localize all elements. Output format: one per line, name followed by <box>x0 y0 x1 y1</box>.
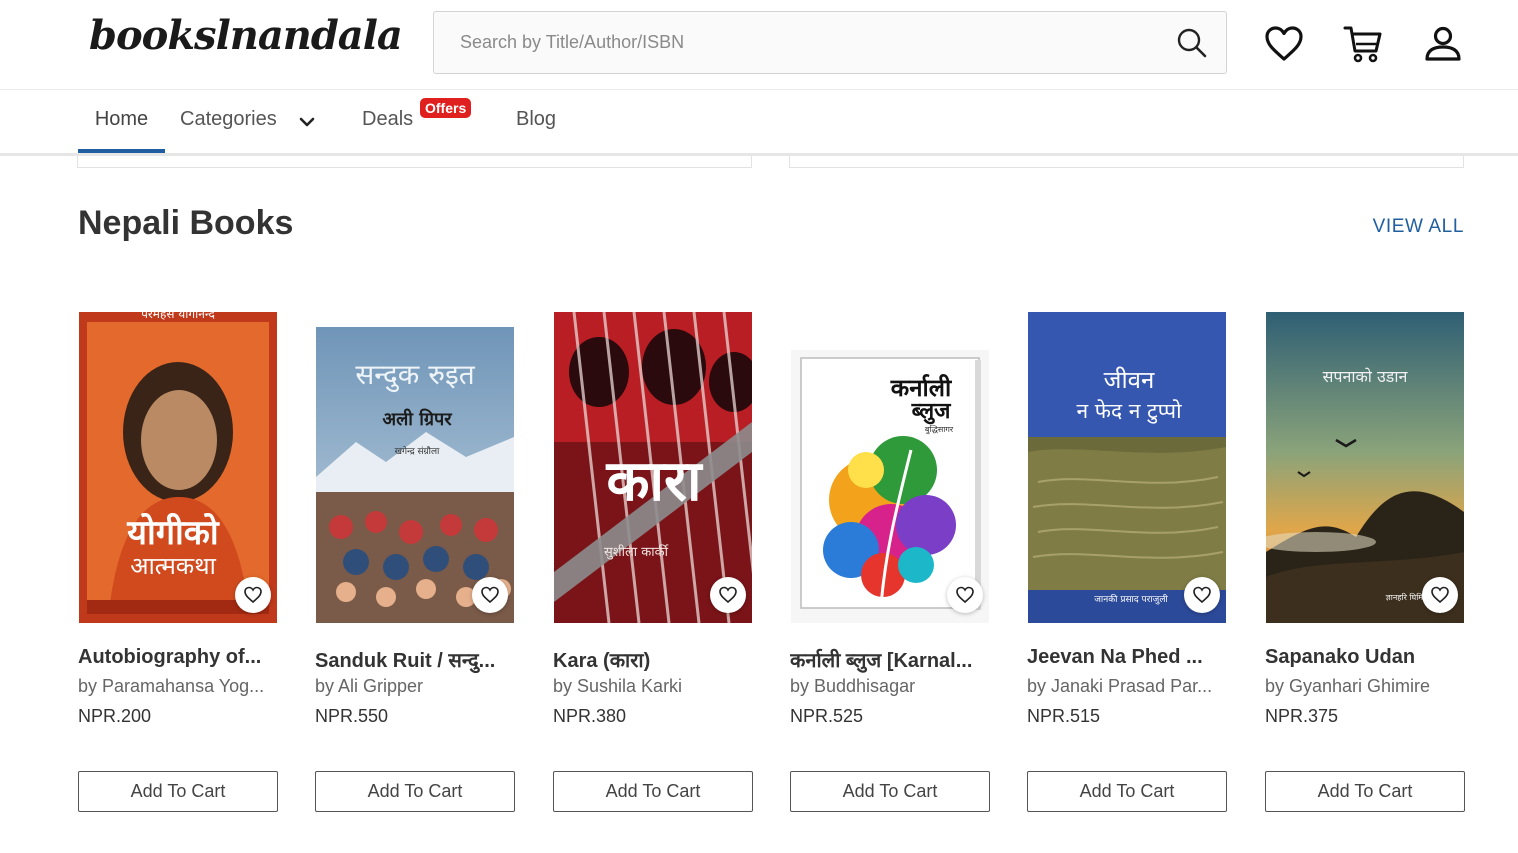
wishlist-button[interactable] <box>1184 577 1220 613</box>
product-card: परमहंस योगानन्द योगीको आत्मकथा Autobiogr… <box>78 300 278 820</box>
section-title: Nepali Books <box>78 204 294 242</box>
product-title[interactable]: Jeevan Na Phed ... <box>1027 646 1227 669</box>
product-title[interactable]: Sapanako Udan <box>1265 646 1465 669</box>
wishlist-button[interactable] <box>1422 577 1458 613</box>
product-title[interactable]: कर्नाली ब्लुज [Karnal... <box>790 646 990 673</box>
heart-icon <box>244 586 262 604</box>
add-to-cart-button[interactable]: Add To Cart <box>1265 771 1465 812</box>
cover-wrap: सन्दुक रुइत अली ग्रिपर खगेन्द्र संग्रौला <box>315 312 515 623</box>
product-price: NPR.525 <box>790 706 864 726</box>
add-to-cart-button[interactable]: Add To Cart <box>78 771 278 812</box>
product-author[interactable]: by Janaki Prasad Par... <box>1027 676 1227 697</box>
wishlist-button[interactable] <box>472 577 508 613</box>
banner-right[interactable] <box>789 155 1464 168</box>
heart-icon <box>1193 586 1211 604</box>
cover-wrap: कर्नाली ब्लुज बुद्धिसागर <box>790 312 990 623</box>
product-author[interactable]: by Paramahansa Yog... <box>78 676 278 697</box>
heart-icon <box>719 586 737 604</box>
cover-sub-text: ब्लुज <box>911 399 953 425</box>
user-icon[interactable] <box>1422 23 1464 65</box>
cover-sub-text: आत्मकथा <box>130 552 216 580</box>
heart-icon <box>956 586 974 604</box>
cover-title-text: योगीको <box>126 512 220 553</box>
wishlist-button[interactable] <box>947 577 983 613</box>
site-header: bookslnandala <box>0 0 1518 90</box>
add-to-cart-button[interactable]: Add To Cart <box>790 771 990 812</box>
banner-left[interactable] <box>77 155 752 168</box>
heart-icon[interactable] <box>1263 23 1305 65</box>
product-title[interactable]: Autobiography of... <box>78 646 278 669</box>
cover-wrap: सपनाको उडान ज्ञानहरि घिमिरे <box>1265 312 1465 623</box>
cover-wrap: कारा सुशीला कार्की <box>553 312 753 623</box>
cover-title-text: सपनाको उडान <box>1323 367 1409 386</box>
view-all-link[interactable]: VIEW ALL <box>1373 216 1464 238</box>
product-card: सन्दुक रुइत अली ग्रिपर खगेन्द्र संग्रौला… <box>315 300 515 820</box>
chevron-down-icon[interactable] <box>297 112 317 132</box>
nav-active-indicator <box>78 149 165 153</box>
cover-sub-text: न फेद न टुप्पो <box>1076 399 1182 424</box>
product-price: NPR.200 <box>78 706 152 726</box>
cover-title-text: सन्दुक रुइत <box>355 358 475 393</box>
book-cover[interactable]: कारा सुशीला कार्की <box>554 312 752 623</box>
product-card: सपनाको उडान ज्ञानहरि घिमिरे Sapanako Uda… <box>1265 300 1465 820</box>
product-title[interactable]: Kara (कारा) <box>553 646 753 673</box>
cover-top-text: बुद्धिसागर <box>925 424 954 435</box>
cart-icon[interactable] <box>1342 23 1384 65</box>
cover-title-text: जीवन <box>1104 366 1155 394</box>
heart-icon <box>481 586 499 604</box>
cover-top-text: खगेन्द्र संग्रौला <box>395 445 440 457</box>
product-price: NPR.515 <box>1027 706 1101 726</box>
add-to-cart-button[interactable]: Add To Cart <box>315 771 515 812</box>
product-author[interactable]: by Ali Gripper <box>315 676 515 697</box>
book-cover[interactable]: सन्दुक रुइत अली ग्रिपर खगेन्द्र संग्रौला <box>316 327 514 623</box>
offers-badge[interactable]: Offers <box>420 98 472 118</box>
book-cover[interactable]: परमहंस योगानन्द योगीको आत्मकथा <box>79 312 277 623</box>
add-to-cart-button[interactable]: Add To Cart <box>1027 771 1227 812</box>
book-cover[interactable]: सपनाको उडान ज्ञानहरि घिमिरे <box>1266 312 1464 623</box>
cover-sub-text: सुशीला कार्की <box>604 544 669 560</box>
product-title[interactable]: Sanduk Ruit / सन्दु... <box>315 646 515 673</box>
nav-categories[interactable]: Categories <box>180 108 277 131</box>
cover-wrap: परमहंस योगानन्द योगीको आत्मकथा <box>78 312 278 623</box>
product-card: कर्नाली ब्लुज बुद्धिसागर कर्नाली ब्लुज [… <box>790 300 990 820</box>
cover-wrap: जीवन न फेद न टुप्पो जानकी प्रसाद पराजुली <box>1027 312 1227 623</box>
main-nav: Home Categories Deals Blog <box>0 90 1518 156</box>
product-author[interactable]: by Buddhisagar <box>790 676 990 697</box>
product-author[interactable]: by Sushila Karki <box>553 676 753 697</box>
nav-blog[interactable]: Blog <box>516 108 556 131</box>
heart-icon <box>1431 586 1449 604</box>
product-price: NPR.550 <box>315 706 389 726</box>
product-author[interactable]: by Gyanhari Ghimire <box>1265 676 1465 697</box>
add-to-cart-button[interactable]: Add To Cart <box>553 771 753 812</box>
cover-sub-text: अली ग्रिपर <box>382 408 452 430</box>
search-input[interactable] <box>434 12 1154 73</box>
product-card: कारा सुशीला कार्की Kara (कारा) by Sushil… <box>553 300 753 820</box>
cover-sub-text: ज्ञानहरि घिमिरे <box>1386 592 1427 602</box>
wishlist-button[interactable] <box>710 577 746 613</box>
site-logo[interactable]: bookslnandala <box>89 12 403 59</box>
nav-home[interactable]: Home <box>78 108 165 131</box>
cover-top-text: जानकी प्रसाद पराजुली <box>1094 593 1168 605</box>
product-price: NPR.375 <box>1265 706 1339 726</box>
cover-top-text: परमहंस योगानन्द <box>141 312 215 321</box>
book-cover[interactable]: कर्नाली ब्लुज बुद्धिसागर <box>791 350 989 623</box>
wishlist-button[interactable] <box>235 577 271 613</box>
search-icon[interactable] <box>1176 27 1208 59</box>
product-price: NPR.380 <box>553 706 627 726</box>
cover-title-text: कर्नाली <box>890 374 952 402</box>
product-card: जीवन न फेद न टुप्पो जानकी प्रसाद पराजुली… <box>1027 300 1227 820</box>
book-cover[interactable]: जीवन न फेद न टुप्पो जानकी प्रसाद पराजुली <box>1028 312 1226 623</box>
nav-deals[interactable]: Deals <box>362 108 413 131</box>
search-bar <box>433 11 1227 74</box>
cover-title-text: कारा <box>606 449 704 514</box>
